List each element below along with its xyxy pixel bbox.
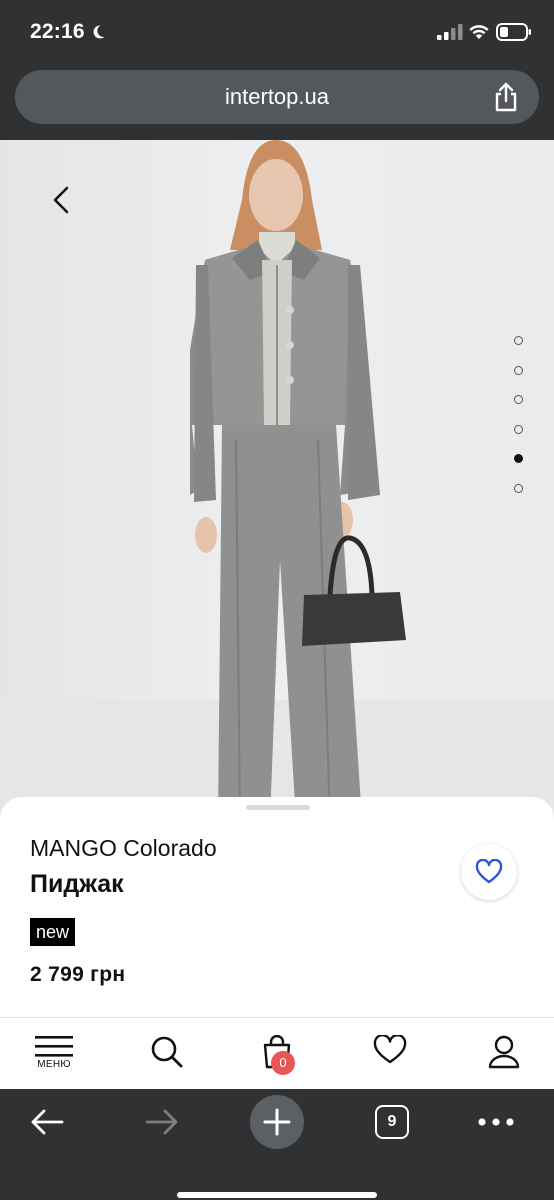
moon-icon <box>93 25 105 39</box>
nav-menu[interactable]: МЕНЮ <box>26 1035 82 1083</box>
url-text[interactable]: intertop.ua <box>15 84 539 110</box>
product-photo <box>0 140 554 820</box>
status-bar: 22:16 <box>0 0 554 66</box>
menu-icon <box>35 1036 73 1057</box>
gallery-dot[interactable] <box>514 336 523 345</box>
arrow-right-icon <box>145 1109 178 1135</box>
product-info-sheet: MANGO Colorado Пиджак new 2 799 грн МЕНЮ… <box>0 797 554 1089</box>
new-tab-circle <box>250 1095 304 1149</box>
favorites-icon <box>373 1035 407 1064</box>
add-to-wishlist-button[interactable] <box>461 844 517 900</box>
more-button[interactable] <box>476 1101 516 1143</box>
gallery-dot[interactable] <box>514 395 523 404</box>
battery-icon <box>496 23 531 41</box>
browser-back-button[interactable] <box>26 1101 68 1143</box>
profile-icon <box>488 1035 520 1069</box>
product-name: Пиджак <box>30 870 124 898</box>
product-brand: MANGO Colorado <box>30 835 217 861</box>
tabs-button[interactable]: 9 <box>373 1101 411 1143</box>
cart-count-badge: 0 <box>271 1051 295 1075</box>
gallery-dot[interactable] <box>514 483 523 493</box>
gallery-pagination <box>514 336 526 513</box>
status-time: 22:16 <box>30 20 85 43</box>
gallery-dot[interactable] <box>514 424 523 434</box>
nav-favorites[interactable] <box>362 1035 418 1083</box>
divider <box>0 1017 554 1018</box>
nav-search[interactable] <box>139 1035 195 1083</box>
heart-icon <box>475 859 503 884</box>
gallery-dot[interactable] <box>514 454 523 463</box>
browser-forward-button[interactable] <box>141 1101 183 1143</box>
product-image-gallery[interactable] <box>0 140 554 820</box>
nav-cart[interactable]: 0 <box>249 1035 305 1083</box>
signal-icon <box>437 24 463 40</box>
home-indicator <box>177 1192 377 1198</box>
nav-profile[interactable] <box>476 1035 532 1083</box>
arrow-left-icon <box>31 1109 64 1135</box>
wifi-icon <box>469 25 489 39</box>
browser-toolbar: 9 <box>0 1089 554 1200</box>
menu-label: МЕНЮ <box>37 1059 71 1070</box>
plus-icon <box>263 1108 291 1136</box>
ellipsis-icon <box>478 1118 514 1126</box>
chevron-left-icon <box>53 186 69 214</box>
product-price: 2 799 грн <box>30 963 126 986</box>
tab-count: 9 <box>375 1105 409 1139</box>
new-badge: new <box>30 918 76 946</box>
address-bar[interactable]: intertop.ua <box>15 70 539 124</box>
gallery-dot[interactable] <box>514 365 523 375</box>
sheet-grabber[interactable] <box>246 805 310 810</box>
search-icon <box>151 1036 183 1068</box>
new-tab-button[interactable] <box>250 1095 304 1149</box>
gallery-back-button[interactable] <box>42 178 82 222</box>
share-icon[interactable] <box>493 82 519 112</box>
